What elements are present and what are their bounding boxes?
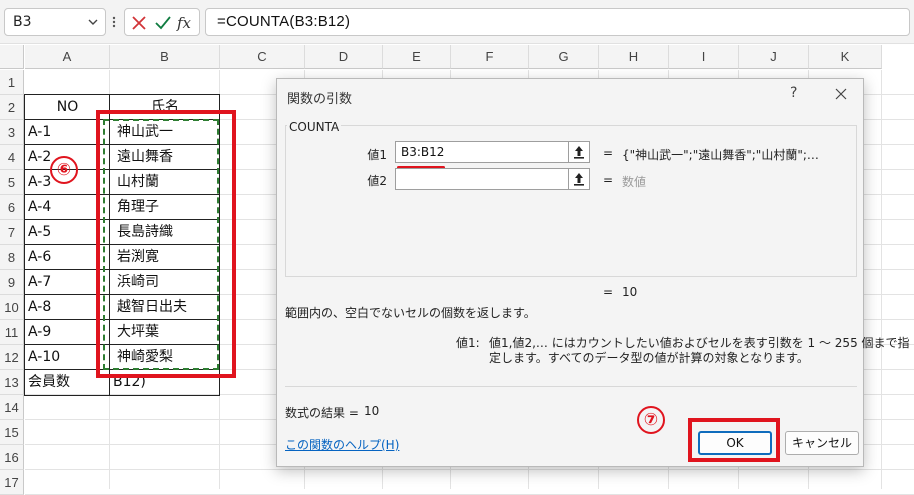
name-box[interactable]: B3: [4, 8, 106, 36]
column-header-c[interactable]: C: [220, 45, 305, 69]
collapse-dialog-icon[interactable]: [568, 141, 590, 163]
annotation-step-7: ⑦: [637, 406, 665, 434]
enter-check-icon[interactable]: [153, 13, 173, 33]
close-icon[interactable]: [832, 85, 850, 103]
row-header-13[interactable]: 13: [0, 370, 24, 395]
select-all-corner[interactable]: [0, 45, 24, 69]
column-header-k[interactable]: K: [809, 45, 882, 69]
name-box-value: B3: [13, 14, 32, 30]
column-header-e[interactable]: E: [383, 45, 451, 69]
arg1-label: 値1: [367, 148, 387, 162]
row-header-14[interactable]: 14: [0, 395, 24, 420]
arg2-input[interactable]: [395, 168, 571, 190]
row-header-15[interactable]: 15: [0, 420, 24, 445]
row-header-4[interactable]: 4: [0, 145, 24, 170]
function-name: COUNTA: [287, 120, 342, 134]
row-header-11[interactable]: 11: [0, 320, 24, 345]
function-arguments-dialog: 関数の引数 ? COUNTA 値1 B3:B12 = {"神山武一";"遠山舞香…: [276, 78, 910, 467]
collapse-dialog-icon[interactable]: [568, 168, 590, 190]
row-header-9[interactable]: 9: [0, 270, 24, 295]
row-header-10[interactable]: 10: [0, 295, 24, 320]
formula-input[interactable]: =COUNTA(B3:B12): [205, 8, 910, 36]
annotation-box-names: [96, 110, 236, 378]
chevron-down-icon[interactable]: [85, 13, 101, 31]
arg2-result: 数値: [622, 175, 647, 189]
formula-bar: B3 fx =COUNTA(B3:B12): [0, 0, 914, 44]
column-header-g[interactable]: G: [529, 45, 599, 69]
arg1-input[interactable]: B3:B12: [395, 141, 571, 163]
column-header-h[interactable]: H: [599, 45, 669, 69]
row-header-16[interactable]: 16: [0, 445, 24, 470]
formula-result-label: 数式の結果 =: [285, 406, 359, 420]
row-header-12[interactable]: 12: [0, 345, 24, 370]
more-options-icon[interactable]: [111, 12, 117, 32]
column-header-d[interactable]: D: [305, 45, 383, 69]
row-header-1[interactable]: 1: [0, 70, 24, 95]
cancel-button[interactable]: キャンセル: [785, 431, 859, 455]
column-header-f[interactable]: F: [451, 45, 529, 69]
arg-help-label: 値1:: [456, 336, 480, 350]
row-header-7[interactable]: 7: [0, 220, 24, 245]
arg2-label: 値2: [367, 174, 387, 188]
help-icon[interactable]: ?: [790, 85, 797, 101]
annotation-step-6: ⑥: [50, 156, 78, 184]
column-header-i[interactable]: I: [669, 45, 739, 69]
row-header-17[interactable]: 17: [0, 470, 24, 495]
overall-result: 10: [622, 285, 638, 299]
divider: [285, 386, 857, 387]
overall-equals: =: [603, 285, 614, 299]
formula-buttons: fx: [124, 8, 200, 36]
row-header-5[interactable]: 5: [0, 170, 24, 195]
column-header-b[interactable]: B: [110, 45, 220, 69]
arg1-result: {"神山武一";"遠山舞香";"山村蘭";…: [622, 148, 819, 162]
cancel-x-icon[interactable]: [129, 13, 149, 33]
arg-help-line-2: 定します。すべてのデータ型の値が計算の対象となります。: [489, 351, 809, 365]
function-help-link[interactable]: この関数のヘルプ(H): [285, 436, 399, 453]
grid-line: [25, 469, 914, 470]
column-header-j[interactable]: J: [739, 45, 809, 69]
arg1-equals: =: [603, 146, 614, 160]
function-description: 範囲内の、空白でないセルの個数を返します。: [285, 306, 536, 320]
row-header-2[interactable]: 2: [0, 95, 24, 120]
grid-line: [881, 70, 882, 489]
arg2-equals: =: [603, 173, 614, 187]
dialog-title: 関数の引数: [287, 92, 353, 107]
column-header-a[interactable]: A: [25, 45, 110, 69]
row-header-6[interactable]: 6: [0, 195, 24, 220]
insert-function-icon[interactable]: fx: [177, 13, 197, 33]
row-header-8[interactable]: 8: [0, 245, 24, 270]
row-header-3[interactable]: 3: [0, 120, 24, 145]
formula-result-value: 10: [364, 404, 380, 418]
formula-text: =COUNTA(B3:B12): [217, 13, 351, 30]
annotation-box-ok: [688, 418, 780, 462]
